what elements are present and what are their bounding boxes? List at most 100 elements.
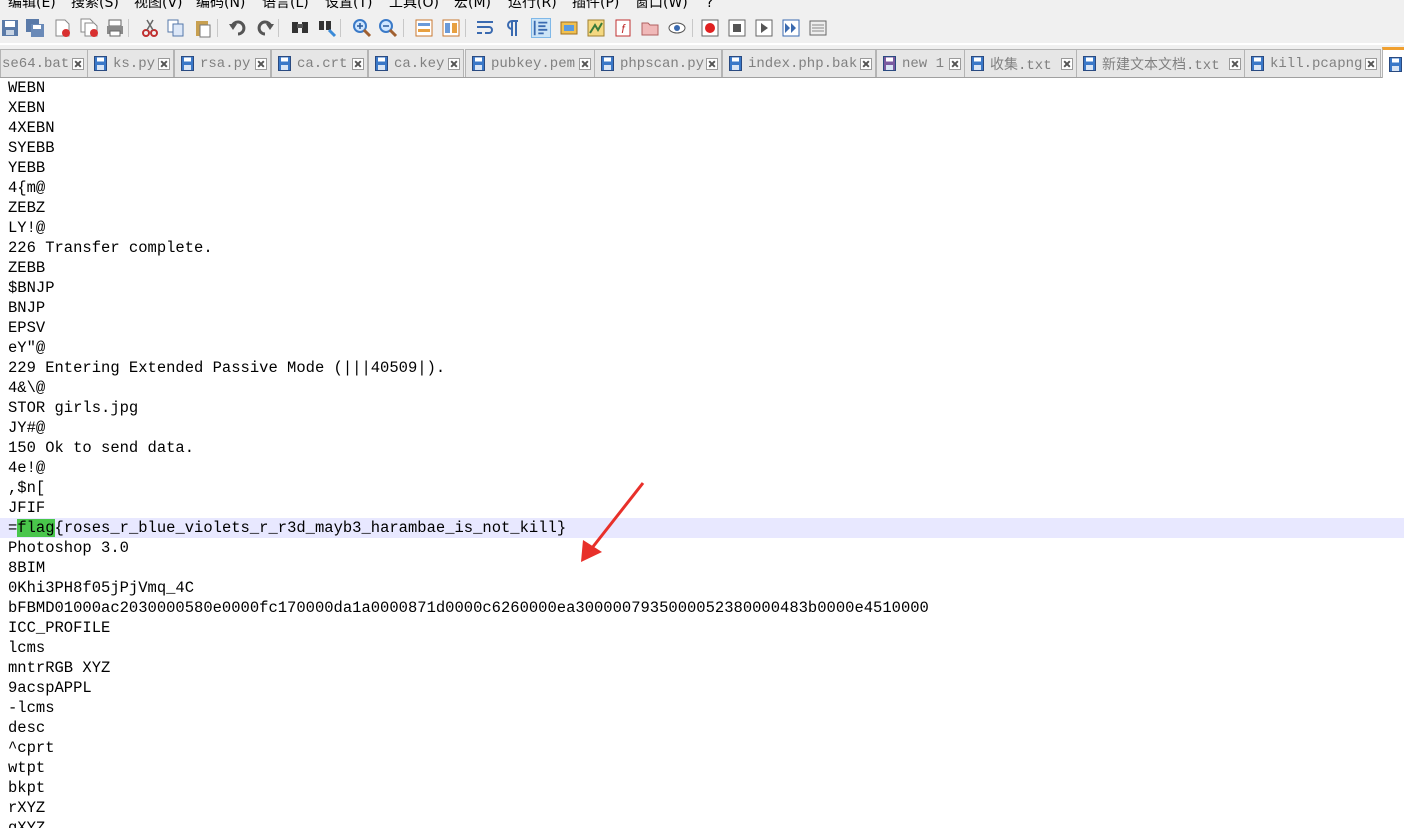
text-line[interactable]: 150 Ok to send data. (0, 438, 1404, 458)
close-tab-icon[interactable] (860, 57, 872, 70)
text-line[interactable]: YEBB (0, 158, 1404, 178)
file-tab[interactable] (1382, 47, 1404, 78)
stop-record-button[interactable] (727, 18, 747, 38)
udl-button[interactable] (559, 18, 579, 38)
file-tab[interactable]: rsa.py (174, 49, 271, 77)
close-tab-icon[interactable] (1229, 57, 1241, 70)
text-line[interactable]: wtpt (0, 758, 1404, 778)
text-line[interactable]: desc (0, 718, 1404, 738)
menu-item[interactable]: 运行(R) (508, 0, 557, 13)
file-tab[interactable]: ca.crt (271, 49, 368, 77)
menu-item[interactable]: 窗口(W) (635, 0, 688, 13)
text-line[interactable]: 4{m@ (0, 178, 1404, 198)
editor-area[interactable]: WEBN XEBN 4XEBN SYEBB YEBB 4{m@ ZEBZ LY!@ 226 Tr… (0, 78, 1404, 828)
folder-workspace-button[interactable] (640, 18, 660, 38)
text-line[interactable]: ,$n[ (0, 478, 1404, 498)
close-tab-icon[interactable] (255, 57, 267, 70)
save-all-button[interactable] (25, 18, 45, 38)
menu-item[interactable]: 编码(N) (196, 0, 245, 13)
text-line[interactable]: BNJP (0, 298, 1404, 318)
menu-item[interactable]: 搜索(S) (71, 0, 119, 13)
copy-button[interactable] (166, 18, 186, 38)
text-line[interactable]: 9acspAPPL (0, 678, 1404, 698)
file-tab[interactable]: ks.py (87, 49, 174, 77)
close-tab-icon[interactable] (1365, 57, 1377, 70)
text-line[interactable]: gXYZ (0, 818, 1404, 828)
text-line[interactable]: bkpt (0, 778, 1404, 798)
doc-map-button[interactable] (586, 18, 606, 38)
menu-item[interactable]: 设置(T) (325, 0, 372, 13)
paste-button[interactable] (193, 18, 213, 38)
text-line[interactable]: JFIF (0, 498, 1404, 518)
file-tab[interactable]: index.php.bak (722, 49, 876, 77)
run-macro-multiple-button[interactable] (781, 18, 801, 38)
text-line[interactable]: 4e!@ (0, 458, 1404, 478)
text-line[interactable]: 229 Entering Extended Passive Mode (|||4… (0, 358, 1404, 378)
text-line[interactable]: ZEBB (0, 258, 1404, 278)
close-tab-icon[interactable] (949, 57, 961, 70)
text-line[interactable]: WEBN (0, 78, 1404, 98)
zoom-in-button[interactable] (352, 18, 372, 38)
text-line[interactable]: LY!@ (0, 218, 1404, 238)
text-line[interactable]: SYEBB (0, 138, 1404, 158)
save-button[interactable] (0, 18, 20, 38)
save-macro-button[interactable] (808, 18, 828, 38)
file-tab[interactable]: kill.pcapng (1244, 49, 1381, 77)
function-list-button[interactable]: f (613, 18, 633, 38)
text-line[interactable]: XEBN (0, 98, 1404, 118)
text-line[interactable]: rXYZ (0, 798, 1404, 818)
menu-item[interactable]: 语言(L) (262, 0, 309, 13)
file-tab[interactable]: se64.bat (0, 49, 88, 77)
close-tab-icon[interactable] (158, 57, 170, 70)
sync-horizontal-button[interactable] (441, 18, 461, 38)
menu-item[interactable]: 视图(V) (134, 0, 183, 13)
text-line[interactable]: 4XEBN (0, 118, 1404, 138)
redo-button[interactable] (255, 18, 275, 38)
menu-item[interactable]: 编辑(E) (8, 0, 56, 13)
replace-button[interactable] (317, 18, 337, 38)
cut-button[interactable] (140, 18, 160, 38)
text-line[interactable]: JY#@ (0, 418, 1404, 438)
close-tab-icon[interactable] (706, 57, 718, 70)
close-tab-icon[interactable] (352, 57, 364, 70)
menu-item[interactable]: 工具(O) (389, 0, 439, 13)
print-button[interactable] (105, 18, 125, 38)
text-line[interactable]: 8BIM (0, 558, 1404, 578)
text-line[interactable]: EPSV (0, 318, 1404, 338)
indent-guide-button[interactable] (531, 18, 551, 38)
file-tab[interactable]: pubkey.pem (465, 49, 595, 77)
find-button[interactable] (290, 18, 310, 38)
sync-vertical-button[interactable] (414, 18, 434, 38)
undo-button[interactable] (228, 18, 248, 38)
text-line[interactable]: STOR girls.jpg (0, 398, 1404, 418)
close-tab-icon[interactable] (1061, 57, 1073, 70)
play-macro-button[interactable] (754, 18, 774, 38)
menu-item[interactable]: ? (706, 0, 713, 13)
close-file-button[interactable] (52, 18, 72, 38)
monitoring-button[interactable] (667, 18, 687, 38)
menu-item[interactable]: 插件(P) (572, 0, 619, 13)
file-tab[interactable]: new 1 (876, 49, 965, 77)
text-line[interactable]: mntrRGB XYZ (0, 658, 1404, 678)
file-tab[interactable]: phpscan.py (594, 49, 722, 77)
text-line[interactable]: $BNJP (0, 278, 1404, 298)
close-all-button[interactable] (79, 18, 99, 38)
text-line[interactable]: ^cprt (0, 738, 1404, 758)
file-tab[interactable]: 新建文本文档.txt (1076, 49, 1245, 77)
word-wrap-button[interactable] (475, 18, 495, 38)
record-macro-button[interactable] (700, 18, 720, 38)
text-line[interactable]: 226 Transfer complete. (0, 238, 1404, 258)
text-line[interactable]: -lcms (0, 698, 1404, 718)
menu-item[interactable]: 宏(M) (454, 0, 491, 13)
close-tab-icon[interactable] (72, 57, 84, 70)
close-tab-icon[interactable] (448, 57, 460, 70)
text-line[interactable]: Photoshop 3.0 (0, 538, 1404, 558)
show-all-chars-button[interactable] (502, 18, 522, 38)
text-line[interactable]: ZEBZ (0, 198, 1404, 218)
file-tab[interactable]: 收集.txt (964, 49, 1077, 77)
file-tab[interactable]: ca.key (368, 49, 464, 77)
current-line[interactable]: =flag{roses_r_blue_violets_r_r3d_mayb3_h… (0, 518, 1404, 538)
text-line[interactable]: ICC_PROFILE (0, 618, 1404, 638)
text-line[interactable]: eY"@ (0, 338, 1404, 358)
text-line[interactable]: bFBMD01000ac2030000580e0000fc170000da1a0… (0, 598, 1404, 618)
